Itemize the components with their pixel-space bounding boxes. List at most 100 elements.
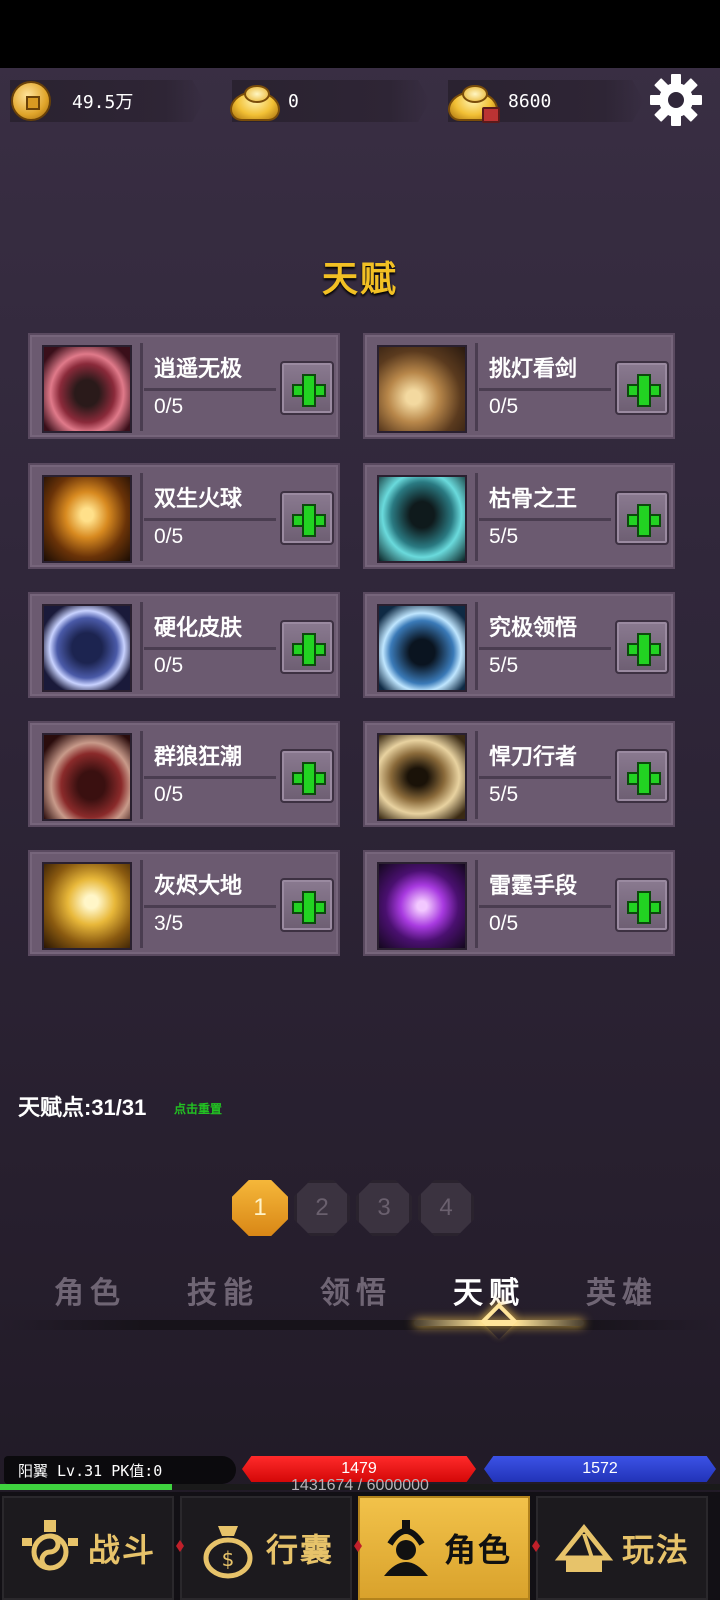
- upgrade-plus-button[interactable]: [280, 749, 334, 803]
- talent-name: 灰烬大地: [154, 874, 243, 899]
- talent-name: 雷霆手段: [489, 874, 578, 899]
- upgrade-plus-button[interactable]: [615, 491, 669, 545]
- page-number: 3: [356, 1180, 412, 1236]
- thunder-fist-icon[interactable]: [377, 862, 467, 950]
- talent-level: 5/5: [489, 783, 519, 806]
- page-button-4[interactable]: 4: [418, 1180, 474, 1236]
- talent-card: 群狼狂潮 0/5: [28, 721, 340, 827]
- card-divider: [479, 647, 611, 650]
- svg-text:$: $: [222, 1547, 235, 1571]
- card-divider: [144, 776, 276, 779]
- card-divider: [475, 343, 478, 431]
- upgrade-plus-button[interactable]: [280, 361, 334, 415]
- talent-level: 0/5: [154, 783, 184, 806]
- talent-level: 3/5: [154, 912, 184, 935]
- upgrade-plus-button[interactable]: [280, 491, 334, 545]
- page-button-1[interactable]: 1: [232, 1180, 288, 1236]
- page-button-3[interactable]: 3: [356, 1180, 412, 1236]
- talent-level: 5/5: [489, 525, 519, 548]
- nav-battle[interactable]: 战斗: [2, 1496, 174, 1600]
- reset-link[interactable]: 点击重置: [174, 1100, 222, 1117]
- talent-points: 天赋点:31/31: [18, 1095, 147, 1120]
- talent-card: 硬化皮肤 0/5: [28, 592, 340, 698]
- talent-card: 双生火球 0/5: [28, 463, 340, 569]
- locked-ingot-icon: [446, 74, 500, 128]
- nav-character[interactable]: 角色: [358, 1496, 530, 1600]
- page-number: 4: [418, 1180, 474, 1236]
- meditation-icon[interactable]: [377, 604, 467, 692]
- page-button-2[interactable]: 2: [294, 1180, 350, 1236]
- talent-card: 挑灯看剑 0/5: [363, 333, 675, 439]
- upgrade-plus-button[interactable]: [280, 620, 334, 674]
- talent-card: 逍遥无极 0/5: [28, 333, 340, 439]
- tab-underline-track: [0, 1320, 720, 1330]
- gear-icon[interactable]: [648, 72, 704, 128]
- card-divider: [479, 388, 611, 391]
- page-title: 天赋: [321, 258, 398, 300]
- talent-level: 0/5: [154, 654, 184, 677]
- talent-card: 枯骨之王 5/5: [363, 463, 675, 569]
- armor-shield-icon[interactable]: [42, 604, 132, 692]
- talent-name: 硬化皮肤: [154, 616, 243, 641]
- talent-name: 逍遥无极: [154, 357, 243, 382]
- upgrade-plus-button[interactable]: [615, 620, 669, 674]
- upgrade-plus-button[interactable]: [280, 878, 334, 932]
- talent-name: 枯骨之王: [489, 487, 578, 512]
- blade-warrior-icon[interactable]: [377, 733, 467, 821]
- talent-name: 群狼狂潮: [154, 745, 243, 770]
- card-divider: [475, 602, 478, 690]
- tab-0[interactable]: 角色: [30, 1268, 150, 1312]
- tab-1[interactable]: 技能: [163, 1268, 283, 1312]
- bag-icon: $: [196, 1516, 260, 1580]
- hooded-king-icon[interactable]: [377, 475, 467, 563]
- nav-gameplay[interactable]: 玩法: [536, 1496, 708, 1600]
- nav-label: 玩法: [622, 1531, 691, 1569]
- talent-level: 0/5: [154, 395, 184, 418]
- talent-level: 0/5: [489, 912, 519, 935]
- card-divider: [140, 731, 143, 819]
- fire-strike-icon[interactable]: [42, 862, 132, 950]
- card-divider: [140, 343, 143, 431]
- talent-name: 挑灯看剑: [489, 357, 578, 382]
- talent-name: 悍刀行者: [489, 745, 578, 770]
- gameplay-icon: [552, 1516, 616, 1580]
- card-divider: [144, 388, 276, 391]
- gold-ingot-icon: [228, 74, 282, 128]
- nav-bag[interactable]: $ 行囊: [180, 1496, 352, 1600]
- tab-3[interactable]: 天赋: [429, 1268, 549, 1312]
- page-number: 1: [232, 1180, 288, 1236]
- upgrade-plus-button[interactable]: [615, 749, 669, 803]
- card-divider: [140, 860, 143, 948]
- tab-4[interactable]: 英雄: [562, 1268, 682, 1312]
- talent-card: 悍刀行者 5/5: [363, 721, 675, 827]
- sword-slash-icon[interactable]: [377, 345, 467, 433]
- tab-2[interactable]: 领悟: [296, 1268, 416, 1312]
- talent-level: 0/5: [154, 525, 184, 548]
- nav-label: 战斗: [88, 1531, 157, 1569]
- character-icon: [374, 1516, 438, 1580]
- page-number: 2: [294, 1180, 350, 1236]
- card-divider: [144, 905, 276, 908]
- battle-icon: [18, 1516, 82, 1580]
- nav-label: 行囊: [266, 1531, 335, 1569]
- nav-label: 角色: [444, 1531, 513, 1569]
- card-divider: [140, 473, 143, 561]
- status-bar: [0, 0, 720, 68]
- talent-name: 究极领悟: [489, 616, 578, 641]
- talent-card: 究极领悟 5/5: [363, 592, 675, 698]
- coin-icon: [4, 74, 58, 128]
- upgrade-plus-button[interactable]: [615, 878, 669, 932]
- talent-name: 双生火球: [154, 487, 243, 512]
- fan-icon[interactable]: [42, 345, 132, 433]
- card-divider: [475, 860, 478, 948]
- wolf-icon[interactable]: [42, 733, 132, 821]
- talent-level: 5/5: [489, 654, 519, 677]
- card-divider: [140, 602, 143, 690]
- fireball-icon[interactable]: [42, 475, 132, 563]
- card-divider: [479, 905, 611, 908]
- card-divider: [475, 731, 478, 819]
- upgrade-plus-button[interactable]: [615, 361, 669, 415]
- card-divider: [144, 518, 276, 521]
- talent-level: 0/5: [489, 395, 519, 418]
- card-divider: [479, 518, 611, 521]
